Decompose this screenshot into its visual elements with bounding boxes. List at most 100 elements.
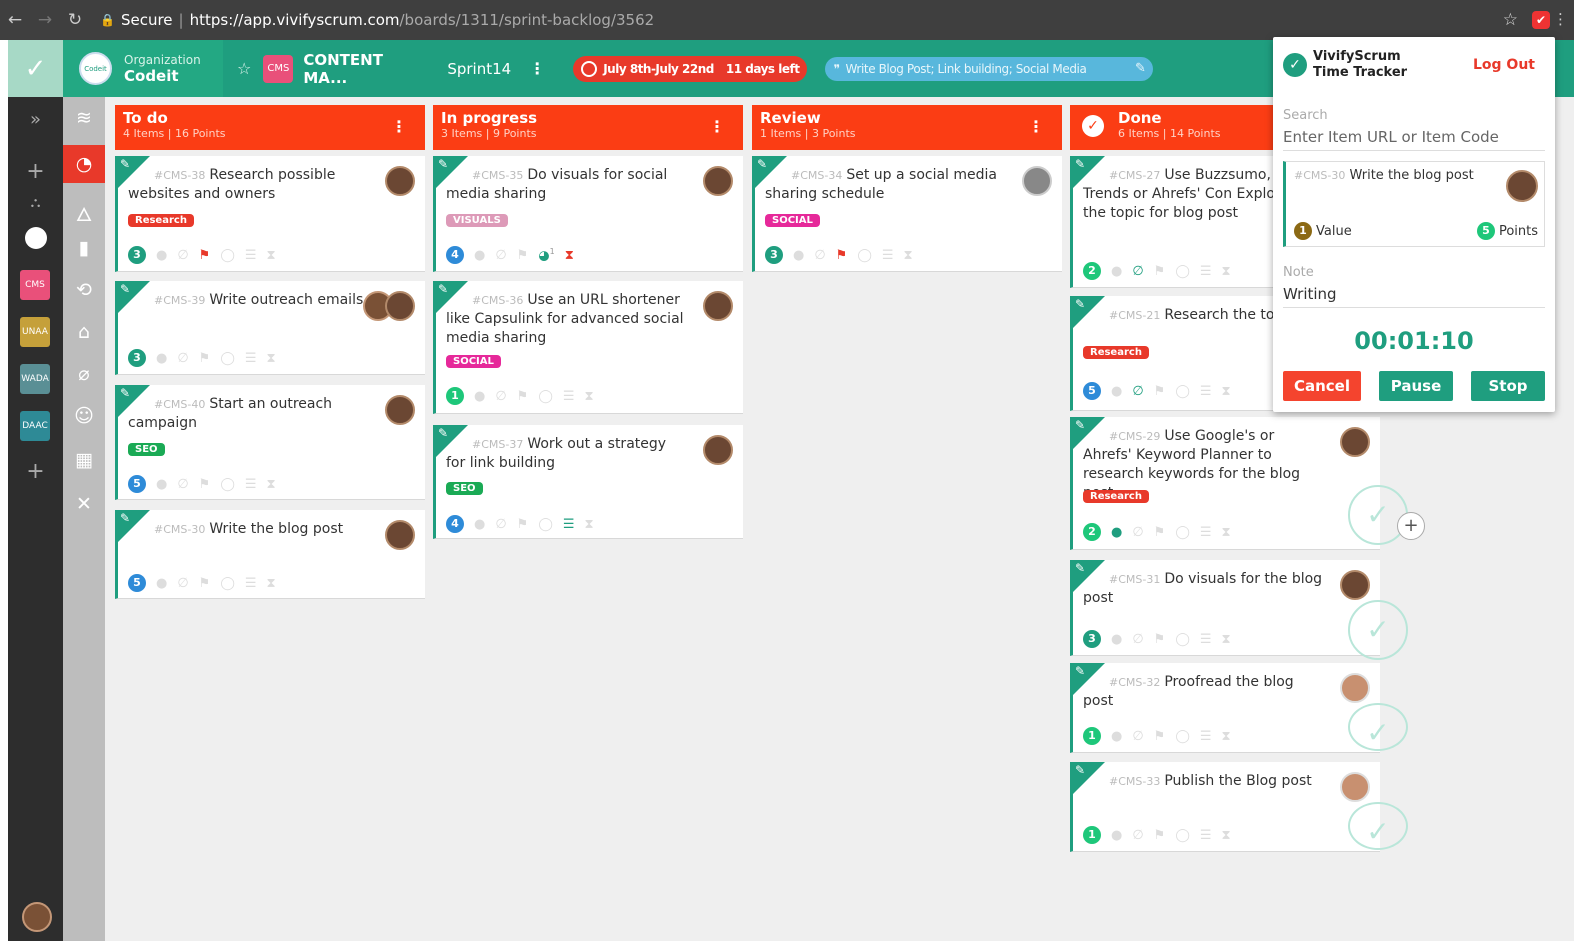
timer-icon[interactable]: ◯ [1175, 828, 1190, 843]
attachment-icon[interactable]: ∅ [177, 248, 188, 263]
timer-icon[interactable]: ◯ [1175, 384, 1190, 399]
project-tile-wada[interactable]: WADA [20, 364, 50, 394]
checklist-icon[interactable]: ☰ [245, 576, 257, 591]
tracked-item[interactable]: #CMS-30 Write the blog post 1 Value 5 Poin… [1283, 161, 1545, 247]
hourglass-icon[interactable]: ⧗ [1222, 828, 1231, 843]
active-timer-icon[interactable]: ◕1 [538, 247, 554, 263]
checklist-icon[interactable]: ☰ [563, 517, 575, 532]
comment-icon[interactable]: ● [156, 351, 167, 366]
team-icon[interactable]: ☺ [63, 405, 105, 427]
flag-icon[interactable]: ⚑ [1154, 264, 1166, 279]
card-cms-30[interactable]: ✎ #CMS-30 Write the blog post 5 ● ∅ ⚑ ◯ ☰ ⧗ [115, 510, 425, 599]
attachment-icon[interactable]: ∅ [495, 248, 506, 263]
hourglass-icon[interactable]: ⧗ [1222, 384, 1231, 399]
assignee-avatar[interactable] [703, 166, 733, 196]
backlog-layers-icon[interactable]: ≋ [63, 107, 105, 135]
assignee-avatar[interactable] [385, 520, 415, 550]
checklist-icon[interactable]: ☰ [245, 248, 257, 263]
assignee-avatar[interactable] [1340, 673, 1370, 703]
card-cms-38[interactable]: ✎ #CMS-38 Research possible websites and … [115, 156, 425, 272]
flag-icon[interactable]: ⚑ [517, 389, 529, 404]
card-cms-29[interactable]: ✎ #CMS-29 Use Google's or Ahrefs' Keyword… [1070, 417, 1408, 550]
assignee-avatar[interactable] [703, 291, 733, 321]
comment-icon[interactable]: ● [474, 517, 485, 532]
attachment-icon[interactable]: ⌀ [63, 363, 105, 385]
burn-fire-icon[interactable]: 🜂 [63, 193, 105, 232]
checklist-icon[interactable]: ☰ [1200, 525, 1212, 540]
assignee-avatar[interactable] [385, 395, 415, 425]
checklist-icon[interactable]: ☰ [1200, 264, 1212, 279]
flag-icon[interactable]: ⚑ [199, 351, 211, 366]
card-cms-31[interactable]: ✎ #CMS-31 Do visuals for the blog post 3 … [1070, 560, 1408, 660]
project-name[interactable]: CONTENT MA... [303, 51, 423, 87]
hourglass-icon[interactable]: ⧗ [1222, 632, 1231, 647]
card-cms-40[interactable]: ✎ #CMS-40 Start an outreach campaign SEO … [115, 385, 425, 500]
timer-icon[interactable]: ◯ [220, 576, 235, 591]
flag-icon[interactable]: ⚑ [836, 248, 848, 263]
organization-switcher[interactable]: Codeit Organization Codeit [63, 40, 223, 97]
address-bar[interactable]: 🔒 Secure | https://app.vivifyscrum.com/b… [100, 11, 654, 29]
flag-icon[interactable]: ⚑ [199, 477, 211, 492]
forward-icon[interactable]: → [30, 10, 60, 30]
comment-icon[interactable]: ● [156, 248, 167, 263]
hourglass-icon[interactable]: ⧗ [267, 248, 276, 263]
attachment-icon[interactable]: ∅ [495, 517, 506, 532]
user-avatar[interactable] [22, 902, 52, 932]
card-cms-32[interactable]: ✎ #CMS-32 Proofread the blog post 1 ● ∅ ⚑ ◯ ☰… [1070, 663, 1408, 753]
timer-icon[interactable]: ◯ [1175, 264, 1190, 279]
bookmark-star-icon[interactable]: ☆ [1503, 10, 1518, 30]
comment-icon[interactable]: ● [1111, 384, 1122, 399]
flag-icon[interactable]: ⚑ [517, 517, 529, 532]
attachment-icon[interactable]: ∅ [1132, 632, 1143, 647]
assignee-avatar[interactable] [1022, 166, 1052, 196]
card-cms-36[interactable]: ✎ #CMS-36 Use an URL shortener like Capsu… [433, 281, 743, 414]
column-menu-icon[interactable]: ⋮ [709, 117, 725, 136]
assignee-avatar[interactable] [385, 166, 415, 196]
comment-icon[interactable]: ● [156, 576, 167, 591]
flag-icon[interactable]: ⚑ [1154, 525, 1166, 540]
sprint-timer-icon[interactable]: ◔ [63, 145, 105, 183]
timer-icon[interactable]: ◯ [220, 477, 235, 492]
attachment-icon[interactable]: ∅ [1132, 729, 1143, 744]
project-tile-daac[interactable]: DAAC [20, 411, 50, 441]
note-input[interactable]: Writing [1283, 285, 1545, 308]
browser-menu-icon[interactable]: ⋮ [1553, 10, 1568, 28]
comment-icon[interactable]: ● [1111, 828, 1122, 843]
attachment-icon[interactable]: ∅ [1132, 264, 1143, 279]
hourglass-icon[interactable]: ⧗ [585, 517, 594, 532]
sprint-goal-pill[interactable]: ❞ Write Blog Post; Link building; Social… [825, 56, 1154, 81]
settings-tools-icon[interactable]: ✕ [63, 493, 105, 515]
sprint-menu-icon[interactable]: ⋮ [529, 59, 545, 78]
timer-icon[interactable]: ◯ [1175, 729, 1190, 744]
column-menu-icon[interactable]: ⋮ [391, 117, 407, 136]
flag-icon[interactable]: ⚑ [517, 248, 529, 263]
comment-icon[interactable]: ● [156, 477, 167, 492]
flag-icon[interactable]: ⚑ [1154, 828, 1166, 843]
favorite-star-icon[interactable]: ☆ [237, 59, 251, 78]
assignee-avatar[interactable] [1340, 427, 1370, 457]
assignee-avatar[interactable] [385, 291, 415, 321]
add-project-icon[interactable]: + [8, 459, 63, 484]
hourglass-icon[interactable]: ⧗ [1222, 264, 1231, 279]
add-column-icon[interactable]: + [1397, 512, 1425, 540]
timer-icon[interactable]: ◯ [220, 248, 235, 263]
attachment-icon[interactable]: ∅ [177, 351, 188, 366]
checklist-icon[interactable]: ☰ [1200, 384, 1212, 399]
card-cms-34[interactable]: ✎ #CMS-34 Set up a social media sharing s… [752, 156, 1062, 272]
flag-icon[interactable]: ⚑ [1154, 384, 1166, 399]
column-menu-icon[interactable]: ⋮ [1028, 117, 1044, 136]
attachment-icon[interactable]: ∅ [177, 576, 188, 591]
logout-link[interactable]: Log Out [1473, 57, 1535, 73]
timer-icon[interactable]: ◯ [1175, 525, 1190, 540]
hourglass-icon[interactable]: ⧗ [1222, 729, 1231, 744]
attachment-icon[interactable]: ∅ [495, 389, 506, 404]
comment-icon[interactable]: ● [1111, 525, 1122, 540]
project-tile-cms[interactable]: CMS [20, 270, 50, 300]
hourglass-icon[interactable]: ⧗ [585, 389, 594, 404]
timer-icon[interactable]: ◯ [538, 517, 553, 532]
hourglass-icon[interactable]: ⧗ [565, 248, 574, 263]
checklist-icon[interactable]: ☰ [882, 248, 894, 263]
flag-icon[interactable]: ⚑ [1154, 729, 1166, 744]
attachment-icon[interactable]: ∅ [1132, 828, 1143, 843]
calendar-icon[interactable]: ▦ [63, 449, 105, 471]
